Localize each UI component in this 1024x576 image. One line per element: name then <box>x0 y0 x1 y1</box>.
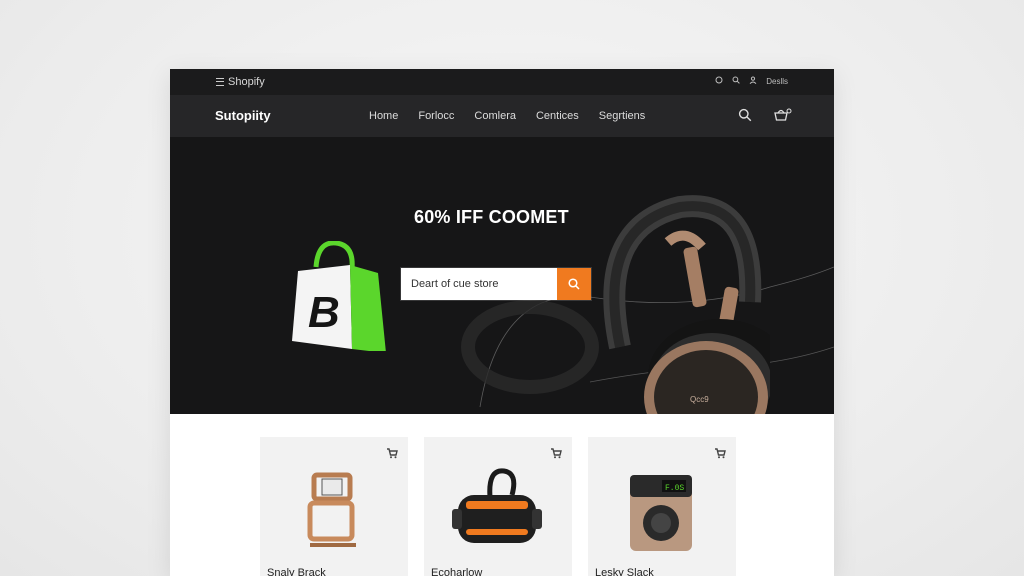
nav-link-home[interactable]: Home <box>369 110 398 122</box>
globe-icon[interactable] <box>715 76 723 86</box>
add-to-cart-icon[interactable] <box>386 446 398 464</box>
product-card[interactable]: Ecoharlow <box>424 437 572 576</box>
product-name[interactable]: Snaly Brack <box>267 567 326 576</box>
product-image: F.0S <box>612 465 712 560</box>
brand-logo[interactable]: Sutopiity <box>215 108 271 123</box>
bag-letter: B <box>308 288 340 337</box>
product-card[interactable]: F.0S Lesky Slack <box>588 437 736 576</box>
menu-label: Shopify <box>228 76 265 88</box>
add-to-cart-icon[interactable] <box>550 446 562 464</box>
utility-icons: Deslls <box>715 76 788 86</box>
nav-link-3[interactable]: Comlera <box>474 110 516 122</box>
small-search-icon[interactable] <box>732 76 740 86</box>
product-image <box>284 465 384 560</box>
nav-link-5[interactable]: Segrtiens <box>599 110 645 122</box>
util-text[interactable]: Deslls <box>766 77 788 86</box>
device-screen-text: F.0S <box>665 484 684 493</box>
add-to-cart-icon[interactable] <box>714 446 726 464</box>
product-grid: Snaly Brack Ecoharlow F.0S Lesky Slack <box>170 414 834 576</box>
product-name[interactable]: Ecoharlow <box>431 567 482 576</box>
menu-button[interactable]: Shopify <box>216 76 265 88</box>
product-card[interactable]: Snaly Brack <box>260 437 408 576</box>
nav-links: Home Forlocc Comlera Centices Segrtiens <box>369 110 645 122</box>
nav-link-4[interactable]: Centices <box>536 110 579 122</box>
product-image <box>448 465 548 560</box>
cart-icon[interactable] <box>774 108 792 122</box>
hero-banner: 60% IFF COOMET B Deart of cue store Qcc9 <box>170 137 834 414</box>
search-icon[interactable] <box>738 108 752 122</box>
user-icon[interactable] <box>749 76 757 86</box>
shopping-bag-logo-icon: B <box>288 240 388 356</box>
main-nav: Sutopiity Home Forlocc Comlera Centices … <box>170 95 834 137</box>
nav-link-2[interactable]: Forlocc <box>418 110 454 122</box>
nav-icons <box>738 108 792 122</box>
product-name[interactable]: Lesky Slack <box>595 567 654 576</box>
menu-icon <box>216 78 224 86</box>
browser-frame: Shopify Deslls Sutopiity Home Forlocc Co… <box>170 69 834 576</box>
top-bar: Shopify Deslls <box>170 69 834 95</box>
headphones-image: Qcc9 <box>470 187 792 414</box>
headphone-brand-label: Qcc9 <box>690 395 709 404</box>
